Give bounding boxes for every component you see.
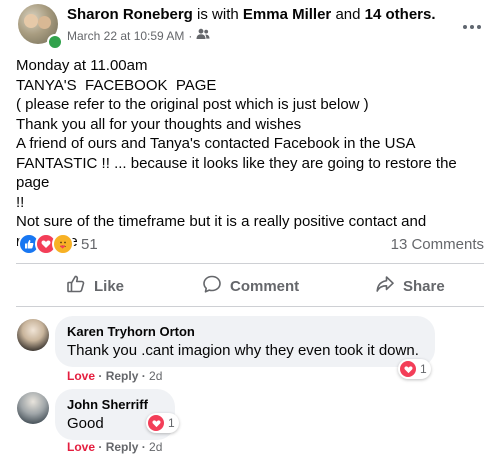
with-text: is with	[197, 6, 239, 23]
comment-text: Thank you .cant imagion why they even to…	[67, 342, 419, 359]
care-icon	[52, 233, 74, 255]
comment-reaction-badge[interactable]: 1	[398, 359, 431, 379]
author-name[interactable]: Sharon Roneberg	[67, 6, 193, 23]
post-meta: March 22 at 10:59 AM ·	[67, 28, 210, 43]
thumbs-up-icon	[66, 274, 86, 298]
and-text: and	[335, 6, 361, 23]
comment-bubble-icon	[202, 274, 222, 298]
comment-bubble: Karen Tryhorn Orton Thank you .cant imag…	[55, 316, 435, 367]
meta-separator: ·	[188, 28, 193, 43]
comment-love-link[interactable]: Love	[67, 440, 95, 454]
reaction-count[interactable]: 51	[81, 236, 98, 253]
divider-bottom	[16, 306, 484, 307]
comment-button[interactable]: Comment	[202, 271, 299, 301]
comments-count-link[interactable]: 13 Comments	[391, 236, 484, 253]
post-header: Sharon Roneberg is with Emma Miller and …	[67, 6, 436, 23]
comment-love-link[interactable]: Love	[67, 369, 95, 383]
divider-top	[16, 263, 484, 264]
commenter-avatar[interactable]	[17, 319, 49, 351]
like-label: Like	[94, 277, 125, 295]
comment-reaction-count: 1	[420, 362, 427, 376]
love-reaction-icon	[400, 361, 416, 377]
more-options-icon[interactable]	[458, 13, 486, 41]
share-arrow-icon	[375, 274, 395, 298]
comment-age[interactable]: 2d	[149, 369, 162, 383]
online-status-dot	[47, 34, 63, 50]
comment-reply-link[interactable]: Reply	[106, 369, 139, 383]
others-link[interactable]: 14 others.	[365, 6, 436, 23]
comment-actions: Love · Reply · 2d	[67, 440, 163, 454]
like-button[interactable]: Like	[66, 271, 124, 301]
post-date[interactable]: March 22 at 10:59 AM	[67, 29, 184, 43]
tagged-person[interactable]: Emma Miller	[243, 6, 331, 23]
love-reaction-icon	[148, 415, 164, 431]
commenter-name[interactable]: Karen Tryhorn Orton	[67, 324, 423, 339]
comment-actions: Love · Reply · 2d	[67, 369, 163, 383]
comment-label: Comment	[230, 277, 300, 295]
comment-age[interactable]: 2d	[149, 440, 162, 454]
comment-reaction-badge[interactable]: 1	[146, 413, 179, 433]
commenter-name[interactable]: John Sherriff	[67, 397, 163, 412]
reaction-summary[interactable]	[18, 233, 74, 255]
share-button[interactable]: Share	[375, 271, 445, 301]
friends-audience-icon[interactable]	[196, 28, 210, 43]
share-label: Share	[403, 277, 445, 295]
comment-reply-link[interactable]: Reply	[106, 440, 139, 454]
comment-reaction-count: 1	[168, 416, 175, 430]
commenter-avatar[interactable]	[17, 392, 49, 424]
post-body: Monday at 11.00am TANYA'S FACEBOOK PAGE …	[16, 57, 457, 250]
